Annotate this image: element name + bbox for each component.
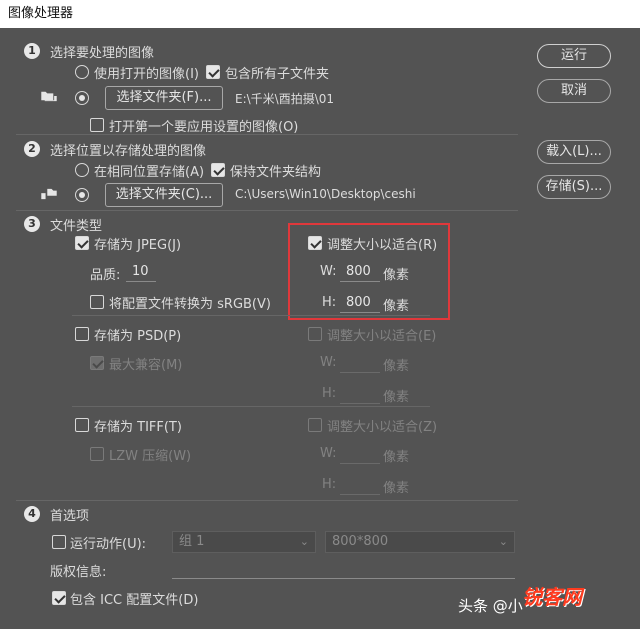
jpeg-resize-label: 调整大小以适合(R)	[327, 238, 438, 253]
include-icc-checkbox[interactable]	[52, 591, 66, 605]
jpeg-width-input[interactable]: 800	[340, 262, 380, 282]
psd-width-unit: 像素	[383, 359, 410, 374]
source-folder-path: E:\千米\酉拍摄\01	[235, 92, 335, 106]
save-as-jpeg-label: 存储为 JPEG(J)	[94, 238, 182, 253]
window-title: 图像处理器	[0, 0, 640, 28]
select-destination-folder-radio[interactable]	[75, 188, 89, 202]
open-first-image-label: 打开第一个要应用设置的图像(O)	[109, 120, 299, 135]
copyright-label: 版权信息:	[50, 565, 107, 580]
select-source-folder-radio[interactable]	[75, 91, 89, 105]
keep-folder-structure-label: 保持文件夹结构	[230, 165, 322, 180]
format-divider	[72, 406, 430, 407]
section-divider	[16, 210, 518, 211]
format-divider	[72, 315, 430, 316]
action-set-select[interactable]: 组 1 ⌄	[172, 531, 316, 553]
include-icc-label: 包含 ICC 配置文件(D)	[70, 593, 199, 608]
cancel-button[interactable]: 取消	[537, 79, 611, 103]
tiff-height-input[interactable]	[340, 475, 380, 495]
select-source-folder-button[interactable]: 选择文件夹(F)...	[105, 86, 223, 110]
jpeg-height-label: H:	[322, 295, 337, 310]
keep-folder-structure-checkbox[interactable]	[211, 163, 225, 177]
convert-srgb-label: 将配置文件转换为 sRGB(V)	[109, 297, 271, 312]
tiff-resize-label: 调整大小以适合(Z)	[327, 420, 438, 435]
open-first-image-checkbox[interactable]	[90, 118, 104, 132]
section-1-number: 1	[24, 43, 40, 59]
destination-folder-path: C:\Users\Win10\Desktop\ceshi	[235, 187, 416, 201]
section-3-title: 文件类型	[50, 219, 103, 234]
lzw-compression-checkbox[interactable]	[90, 447, 104, 461]
jpeg-width-label: W:	[320, 264, 337, 279]
same-location-radio[interactable]	[75, 163, 89, 177]
use-open-images-label: 使用打开的图像(I)	[94, 67, 199, 82]
load-button[interactable]: 载入(L)...	[537, 140, 611, 164]
action-set-value: 组 1	[179, 534, 205, 549]
watermark-text: 头条 @小	[458, 597, 523, 615]
lzw-compression-label: LZW 压缩(W)	[109, 449, 192, 464]
tiff-width-label: W:	[320, 446, 337, 461]
section-divider	[16, 500, 518, 501]
psd-width-input[interactable]	[340, 353, 380, 373]
section-divider	[16, 134, 518, 135]
run-action-checkbox[interactable]	[52, 535, 66, 549]
psd-height-input[interactable]	[340, 384, 380, 404]
image-processor-dialog: 运行 取消 载入(L)... 存储(S)... 1 选择要处理的图像 使用打开的…	[0, 28, 640, 629]
same-location-label: 在相同位置存储(A)	[94, 165, 205, 180]
run-button[interactable]: 运行	[537, 44, 611, 68]
tiff-height-unit: 像素	[383, 481, 410, 496]
action-name-select[interactable]: 800*800 ⌄	[325, 531, 515, 553]
section-2-number: 2	[24, 141, 40, 157]
run-action-label: 运行动作(U):	[70, 537, 147, 552]
include-subfolders-label: 包含所有子文件夹	[225, 67, 330, 82]
convert-srgb-checkbox[interactable]	[90, 295, 104, 309]
section-2-title: 选择位置以存储处理的图像	[50, 144, 207, 159]
tiff-width-input[interactable]	[340, 444, 380, 464]
save-as-tiff-label: 存储为 TIFF(T)	[94, 420, 182, 435]
psd-height-label: H:	[322, 386, 337, 401]
watermark-logo: 锐客网	[522, 585, 582, 609]
tiff-resize-checkbox[interactable]	[308, 418, 322, 432]
max-compatibility-checkbox[interactable]	[90, 356, 104, 370]
save-as-psd-checkbox[interactable]	[75, 327, 89, 341]
section-3-number: 3	[24, 216, 40, 232]
chevron-down-icon: ⌄	[299, 535, 309, 548]
folder-save-icon	[41, 188, 57, 200]
save-settings-button[interactable]: 存储(S)...	[537, 175, 611, 199]
copyright-input[interactable]	[172, 559, 515, 579]
quality-label: 品质:	[90, 268, 121, 283]
jpeg-height-input[interactable]: 800	[340, 293, 380, 313]
psd-resize-label: 调整大小以适合(E)	[327, 329, 437, 344]
psd-resize-checkbox[interactable]	[308, 327, 322, 341]
save-as-psd-label: 存储为 PSD(P)	[94, 329, 182, 344]
save-as-tiff-checkbox[interactable]	[75, 418, 89, 432]
section-1-title: 选择要处理的图像	[50, 46, 155, 61]
chevron-down-icon: ⌄	[498, 535, 508, 548]
section-4-number: 4	[24, 506, 40, 522]
psd-height-unit: 像素	[383, 390, 410, 405]
quality-input[interactable]: 10	[126, 262, 156, 282]
select-destination-folder-button[interactable]: 选择文件夹(C)...	[105, 183, 223, 207]
tiff-height-label: H:	[322, 477, 337, 492]
folder-open-icon	[41, 91, 57, 102]
action-name-value: 800*800	[332, 534, 389, 549]
psd-width-label: W:	[320, 355, 337, 370]
include-subfolders-checkbox[interactable]	[206, 65, 220, 79]
jpeg-width-unit: 像素	[383, 268, 410, 283]
tiff-width-unit: 像素	[383, 450, 410, 465]
jpeg-height-unit: 像素	[383, 299, 410, 314]
jpeg-resize-checkbox[interactable]	[308, 236, 322, 250]
max-compatibility-label: 最大兼容(M)	[109, 358, 183, 373]
section-4-title: 首选项	[50, 509, 90, 524]
save-as-jpeg-checkbox[interactable]	[75, 236, 89, 250]
use-open-images-radio[interactable]	[75, 65, 89, 79]
